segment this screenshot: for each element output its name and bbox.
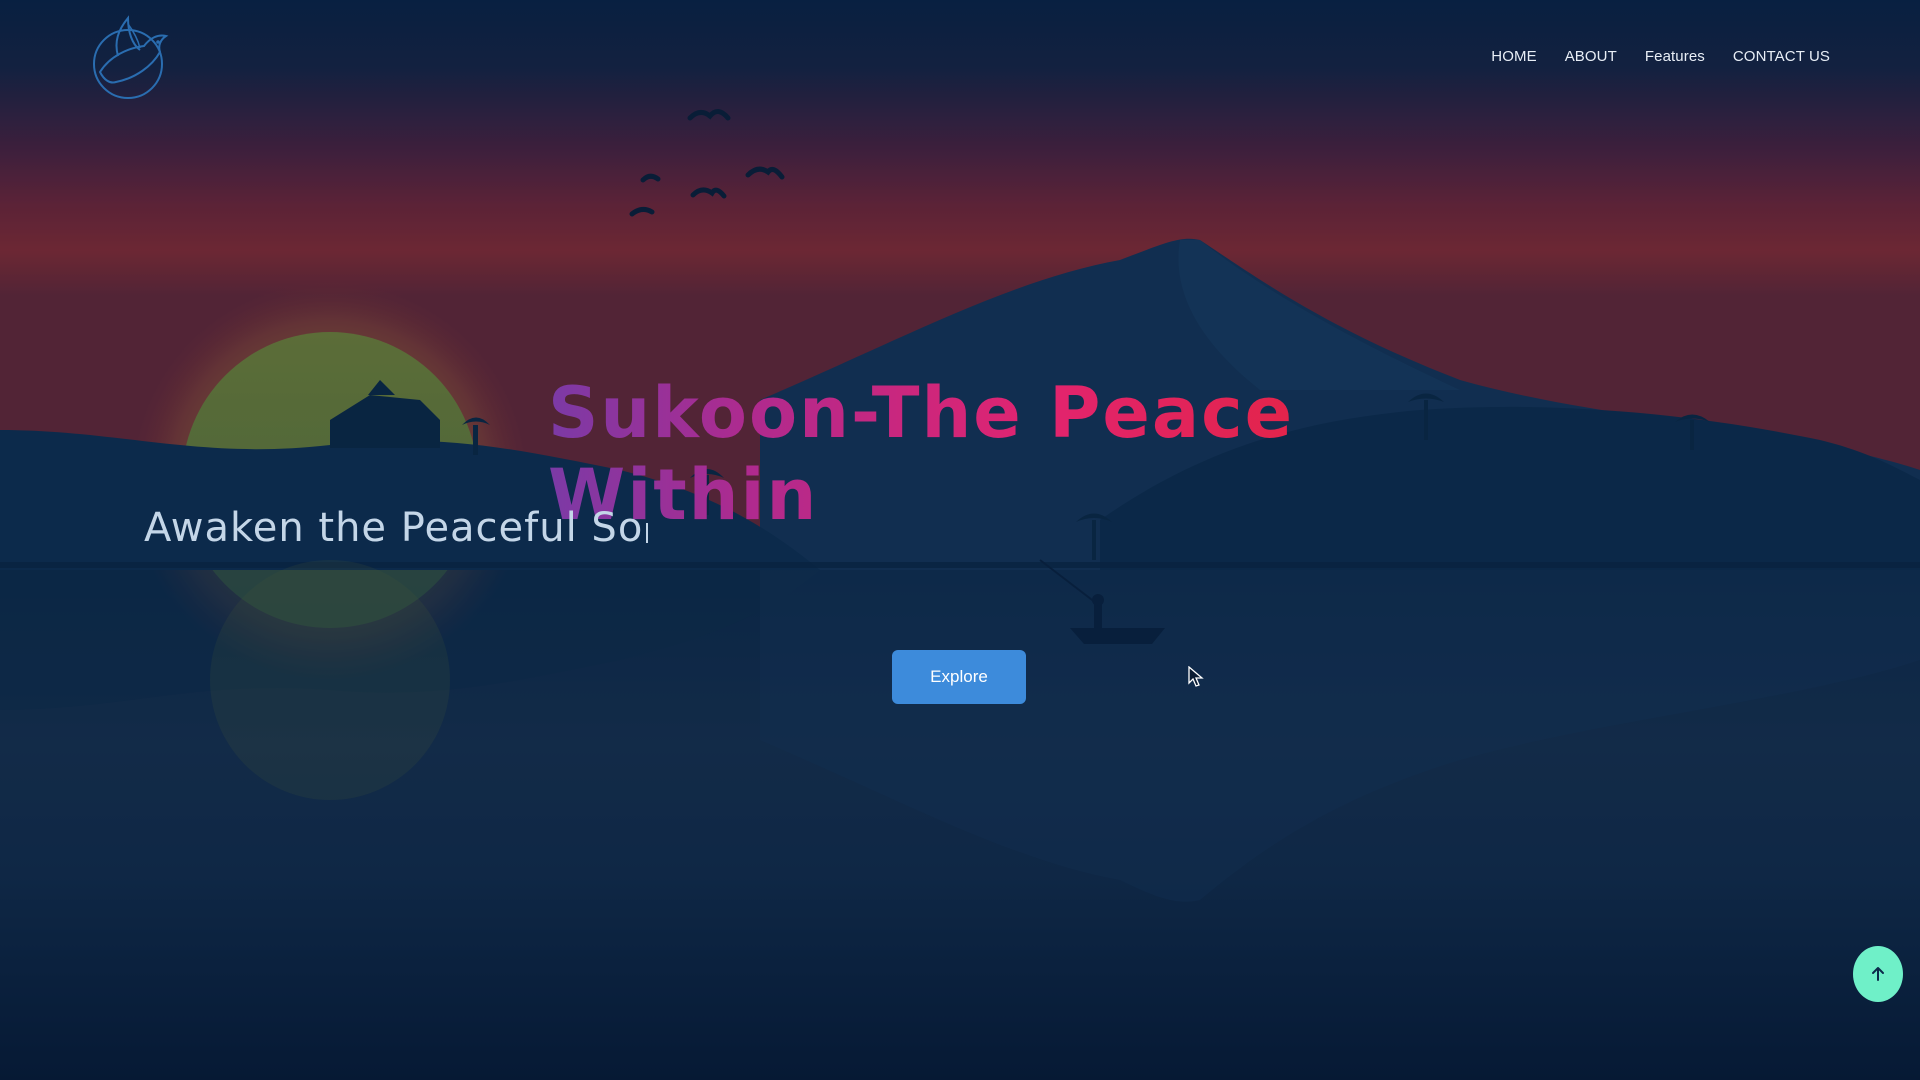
hero-title-wrapper: Sukoon-The Peace Within	[548, 372, 1372, 536]
dove-logo-graphic	[93, 15, 169, 99]
main-navigation: HOME ABOUT Features CONTACT US	[1491, 48, 1830, 65]
scroll-to-top-button[interactable]	[1853, 946, 1903, 1002]
explore-button[interactable]: Explore	[892, 650, 1026, 704]
typing-caret	[646, 523, 649, 543]
dove-icon[interactable]	[88, 12, 170, 100]
pointer-arrow-graphic	[1188, 665, 1204, 687]
nav-about[interactable]: ABOUT	[1565, 48, 1617, 65]
nav-home[interactable]: HOME	[1491, 48, 1536, 65]
nav-features[interactable]: Features	[1645, 48, 1705, 65]
typed-tagline: Awaken the Peaceful So	[144, 505, 649, 551]
mouse-cursor-icon	[1188, 665, 1204, 692]
arrow-up-icon	[1872, 967, 1884, 981]
hero-title: Sukoon-The Peace Within	[548, 372, 1372, 536]
typed-tagline-text: Awaken the Peaceful So	[144, 505, 644, 551]
nav-contact-us[interactable]: CONTACT US	[1733, 48, 1830, 65]
